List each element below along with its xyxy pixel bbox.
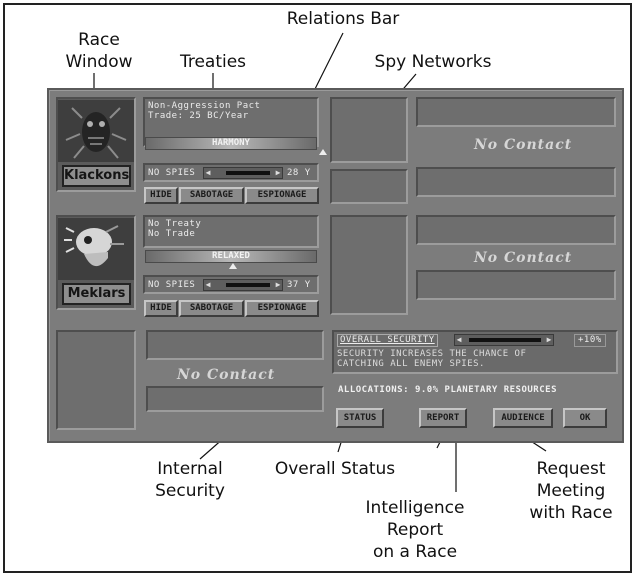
status-button[interactable]: STATUS: [336, 408, 384, 428]
spy-network-slot: [330, 97, 408, 163]
no-contact-label: No Contact: [474, 137, 573, 153]
contact-box-bottom: [146, 386, 324, 412]
trade-text: Trade: 25 BC/Year: [148, 111, 249, 121]
race-name-klackons[interactable]: Klackons: [62, 165, 131, 187]
no-contact-label: No Contact: [177, 367, 276, 383]
trade-text: No Trade: [148, 229, 196, 239]
report-button[interactable]: REPORT: [419, 408, 467, 428]
contact-box-bottom: [416, 270, 616, 300]
espionage-button[interactable]: ESPIONAGE: [245, 300, 319, 317]
spy-value: 37 Y: [287, 280, 311, 290]
spies-label: NO SPIES: [148, 168, 196, 178]
relations-marker-icon: [229, 263, 237, 269]
contact-box-top: [146, 330, 324, 360]
hide-button[interactable]: HIDE: [144, 187, 178, 204]
overall-security-label: OVERALL SECURITY: [337, 334, 438, 347]
hide-button[interactable]: HIDE: [144, 300, 178, 317]
race-name-meklars[interactable]: Meklars: [62, 283, 131, 305]
callout-relations-bar: Relations Bar: [286, 9, 400, 29]
spy-row-klackons: NO SPIES ◀ ▶ 28 Y: [143, 163, 319, 182]
spies-label: NO SPIES: [148, 280, 196, 290]
security-slider[interactable]: ◀ ▶: [454, 334, 554, 346]
ok-button[interactable]: OK: [563, 408, 607, 428]
callout-spy-networks: Spy Networks: [374, 52, 492, 72]
callout-treaties: Treaties: [179, 52, 247, 72]
espionage-button[interactable]: ESPIONAGE: [245, 187, 319, 204]
race-portrait-frame: Meklars: [56, 215, 136, 310]
slider-right-arrow-icon[interactable]: ▶: [274, 280, 282, 290]
audience-button[interactable]: AUDIENCE: [493, 408, 553, 428]
slider-left-arrow-icon[interactable]: ◀: [204, 168, 212, 178]
spy-slider[interactable]: ◀ ▶: [203, 279, 283, 291]
relations-bar-klackons: HARMONY: [145, 137, 317, 150]
espionage-screen: Klackons Non-Aggression Pact Trade: 25 B…: [47, 88, 624, 443]
klackon-portrait-icon: [58, 100, 134, 162]
sabotage-button[interactable]: SABOTAGE: [179, 187, 244, 204]
meklar-portrait-icon: [58, 218, 134, 280]
sabotage-button[interactable]: SABOTAGE: [179, 300, 244, 317]
spy-value: 28 Y: [287, 168, 311, 178]
no-contact-label: No Contact: [474, 250, 573, 266]
race-portrait-frame: Klackons: [56, 97, 136, 192]
spy-slider[interactable]: ◀ ▶: [203, 167, 283, 179]
allocations-text: ALLOCATIONS: 9.0% PLANETARY RESOURCES: [338, 385, 557, 395]
relations-marker-icon: [319, 149, 327, 155]
slider-right-arrow-icon[interactable]: ▶: [274, 168, 282, 178]
contact-box-top: [416, 215, 616, 245]
security-panel: OVERALL SECURITY ◀ ▶ +10% SECURITY INCRE…: [332, 330, 618, 374]
security-value: +10%: [574, 334, 606, 347]
spy-network-slot: [330, 169, 408, 204]
spy-network-slot: [330, 215, 408, 315]
callout-intelligence-report: Intelligence Report on a Race: [365, 498, 465, 562]
callout-overall-status: Overall Status: [274, 459, 396, 479]
relations-bar-meklars: RELAXED: [145, 250, 317, 263]
callout-internal-security: Internal Security: [155, 459, 225, 501]
callout-request-meeting: Request Meeting with Race: [529, 459, 613, 523]
spy-row-meklars: NO SPIES ◀ ▶ 37 Y: [143, 275, 319, 294]
contact-box-bottom: [416, 167, 616, 197]
slider-left-arrow-icon[interactable]: ◀: [204, 280, 212, 290]
treaty-box-meklars: No Treaty No Trade: [143, 215, 319, 248]
contact-box-top: [416, 97, 616, 127]
race-portrait-frame-empty: [56, 330, 136, 430]
slider-left-arrow-icon[interactable]: ◀: [455, 335, 463, 345]
callout-race-window: Race Window: [65, 30, 133, 72]
security-description: CATCHING ALL ENEMY SPIES.: [337, 359, 485, 369]
slider-right-arrow-icon[interactable]: ▶: [545, 335, 553, 345]
